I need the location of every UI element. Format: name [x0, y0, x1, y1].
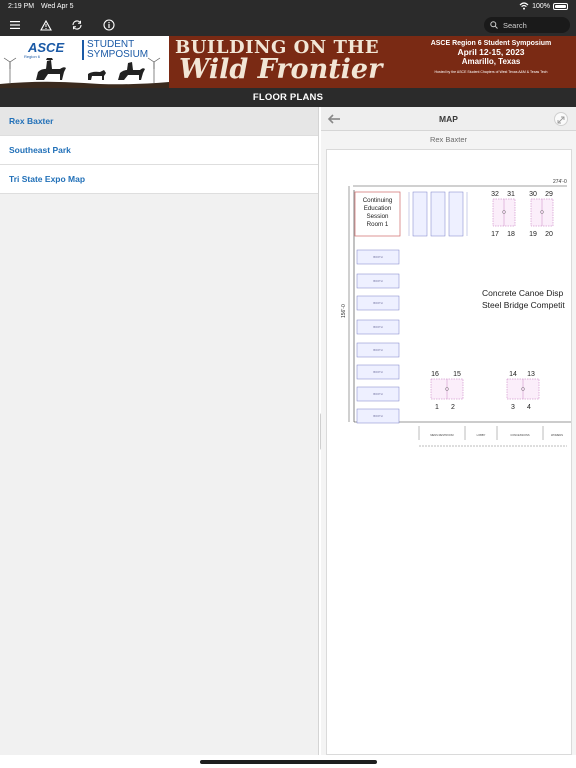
- list-item-tri-state-expo-map[interactable]: Tri State Expo Map: [0, 165, 318, 194]
- cowboy-silhouette-illustration: [0, 57, 169, 88]
- search-field[interactable]: Search: [484, 17, 570, 33]
- booth-label: BOOTH: [373, 414, 382, 418]
- booth-number: 32: [491, 191, 499, 198]
- dim-side-label: 156'-0: [341, 304, 347, 318]
- symposium-host: Hosted by the ASCE Student Chapters of W…: [434, 70, 548, 74]
- event-label-canoe: Concrete Canoe Disp: [482, 288, 564, 298]
- floor-plan-list: Rex Baxter Southeast Park Tri State Expo…: [0, 107, 319, 755]
- wifi-icon: [519, 2, 529, 10]
- dim-top-label: 274'-0: [553, 179, 567, 185]
- banner-headline-2: Wild Frontier: [179, 54, 383, 85]
- sync-icon[interactable]: [68, 16, 86, 34]
- map-name: Rex Baxter: [429, 135, 468, 144]
- room-label-line-4: Room 1: [367, 221, 389, 228]
- map-panel: MAP Rex Baxter 274'-0 156'-0 Continuing …: [321, 107, 576, 755]
- floor-plans-header: FLOOR PLANS: [0, 88, 576, 107]
- booth-number: 29: [545, 191, 553, 198]
- status-bar: 2:19 PM Wed Apr 5 100%: [0, 0, 576, 14]
- room-label-line-3: Session: [366, 213, 389, 220]
- list-item-label: Southeast Park: [9, 145, 71, 155]
- floor-plan-drawing: 274'-0 156'-0 Continuing Education Sessi…: [341, 179, 571, 447]
- booth-number: 19: [529, 231, 537, 238]
- booth-group-bottom-b: 14 13 3 4: [506, 371, 540, 411]
- booth-number: 30: [529, 191, 537, 198]
- booth-number: 1: [435, 404, 439, 411]
- symposium-dates: April 12-15, 2023: [457, 47, 525, 57]
- event-banner: ASCE Region 6 STUDENT SYMPOSIUM BUILDING…: [0, 36, 576, 88]
- booth-number: 17: [491, 231, 499, 238]
- list-item-label: Rex Baxter: [9, 116, 54, 126]
- expand-icon: [557, 116, 565, 124]
- event-label-bridge: Steel Bridge Competit: [482, 300, 565, 310]
- expand-button[interactable]: [554, 112, 568, 126]
- status-time: 2:19 PM: [8, 3, 35, 10]
- search-icon: [490, 21, 498, 29]
- booth-number: 14: [509, 371, 517, 378]
- booth-group-bottom-a: 16 15 1 2: [430, 371, 464, 411]
- status-right: 100%: [519, 2, 568, 10]
- booth-label: BOOTH: [373, 301, 382, 305]
- booth-number: 31: [507, 191, 515, 198]
- status-date: Wed Apr 5: [41, 3, 74, 10]
- list-item-southeast-park[interactable]: Southeast Park: [0, 136, 318, 165]
- footer-label-concessions: CONCESSIONS: [510, 433, 529, 437]
- map-title: MAP: [439, 114, 458, 124]
- booth-label: BOOTH: [373, 370, 382, 374]
- booth-label: BOOTH: [373, 325, 382, 329]
- banner-title-area: BUILDING ON THE Wild Frontier ASCE Regio…: [169, 36, 576, 88]
- banner-logo-area: ASCE Region 6 STUDENT SYMPOSIUM: [0, 36, 169, 88]
- footer-label-womens: WOMENS: [551, 433, 563, 437]
- booth-number: 15: [453, 371, 461, 378]
- booth-number: 16: [431, 371, 439, 378]
- room-label-line-1: Continuing: [363, 197, 393, 204]
- battery-percent: 100%: [532, 2, 550, 10]
- booth-number: 3: [511, 404, 515, 411]
- footer-label-mens: MENS RESTROOM: [430, 433, 453, 437]
- symposium-location: Amarillo, Texas: [461, 57, 521, 66]
- search-placeholder: Search: [503, 20, 527, 30]
- info-icon[interactable]: [100, 16, 118, 34]
- floor-plan-map[interactable]: 274'-0 156'-0 Continuing Education Sessi…: [326, 149, 572, 755]
- booth-label: BOOTH: [373, 279, 382, 283]
- booth-number: 2: [451, 404, 455, 411]
- list-item-label: Tri State Expo Map: [9, 174, 86, 184]
- alert-icon[interactable]: [37, 16, 55, 34]
- left-booth-column: [356, 249, 400, 424]
- home-indicator[interactable]: [200, 760, 377, 764]
- battery-icon: [553, 2, 568, 10]
- booth-label: BOOTH: [373, 392, 382, 396]
- room-label-line-2: Education: [364, 205, 392, 212]
- list-item-rex-baxter[interactable]: Rex Baxter: [0, 107, 318, 136]
- booth-label: BOOTH: [373, 348, 382, 352]
- booth-group-top-b: 30 29 19 20: [529, 191, 554, 238]
- booth-label: BOOTH: [373, 255, 382, 259]
- booth-number: 18: [507, 231, 515, 238]
- booth-number: 4: [527, 404, 531, 411]
- booth-number: 20: [545, 231, 553, 238]
- symposium-title: ASCE Region 6 Student Symposium: [430, 40, 552, 47]
- toolbar: Search: [0, 14, 576, 36]
- footer-label-lobby: LOBBY: [477, 433, 486, 437]
- symposium-info: ASCE Region 6 Student Symposium April 12…: [411, 40, 571, 74]
- map-header: MAP: [321, 107, 576, 131]
- booth-group-top-a: 32 31 17 18: [491, 191, 516, 238]
- menu-icon[interactable]: [6, 16, 24, 34]
- booth-number: 13: [527, 371, 535, 378]
